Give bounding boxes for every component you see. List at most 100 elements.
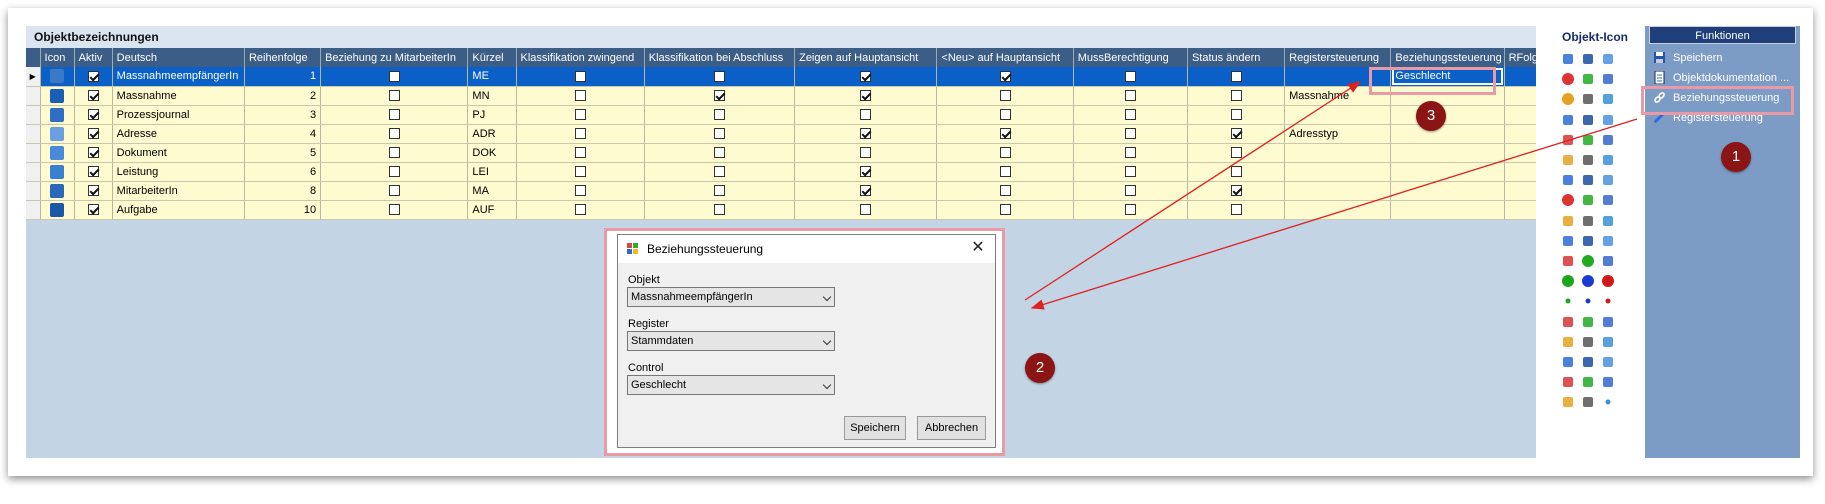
pencil-icon[interactable] [1581,52,1595,66]
checkbox[interactable] [1230,90,1242,102]
cogs-icon[interactable] [1581,113,1595,127]
checkbox-cell[interactable] [936,181,1074,201]
icon-cell[interactable] [40,124,75,144]
abbreviation-cell[interactable]: ADR [467,124,517,144]
checkbox-cell[interactable] [936,86,1074,106]
column-header[interactable]: Registersteuerung [1284,48,1392,67]
checkbox-cell[interactable] [74,143,113,163]
abbreviation-cell[interactable]: AUF [467,200,517,220]
register-control-cell[interactable] [1284,105,1392,125]
globe-icon[interactable] [1561,193,1575,207]
checkbox[interactable] [713,147,725,159]
checkbox[interactable] [999,204,1011,216]
checkbox-cell[interactable] [936,200,1074,220]
checkbox-cell[interactable] [1073,124,1188,144]
pin-icon[interactable] [1561,153,1575,167]
checkbox[interactable] [999,128,1011,140]
checkbox[interactable] [574,185,586,197]
checkbox[interactable] [999,166,1011,178]
checkbox[interactable] [388,90,400,102]
checkbox[interactable] [1230,166,1242,178]
name-cell[interactable]: Adresse [112,124,245,144]
box-icon[interactable] [1601,72,1615,86]
column-header[interactable]: Reihenfolge [244,48,322,67]
checkbox[interactable] [1124,109,1136,121]
name-cell[interactable]: Dokument [112,143,245,163]
pencil-icon[interactable] [1561,133,1575,147]
column-header[interactable]: <Neu> auf Hauptansicht [936,48,1074,67]
checkbox-cell[interactable] [1187,105,1286,125]
checkbox-cell[interactable] [74,86,113,106]
register-select[interactable]: Stammdaten [627,331,835,351]
rfolge-cell[interactable] [1504,86,1536,106]
people-icon[interactable] [1581,335,1595,349]
checkbox-cell[interactable] [320,124,469,144]
magnifier-icon[interactable] [1601,133,1615,147]
control-select[interactable]: Geschlecht [627,375,835,395]
table-row[interactable]: ▶ MassnahmeempfängerIn 1 ME Geschlecht [26,67,1536,87]
order-cell[interactable]: 3 [244,105,322,125]
checkbox-cell[interactable] [320,67,469,87]
column-header[interactable]: Klassifikation bei Abschluss [644,48,796,67]
register-control-cell[interactable] [1284,143,1392,163]
green-dot-icon[interactable] [1561,294,1575,308]
checkbox[interactable] [860,147,872,159]
pencil-icon[interactable] [1581,193,1595,207]
checkbox-cell[interactable] [644,200,796,220]
person-icon[interactable] [1581,234,1595,248]
checkbox[interactable] [713,185,725,197]
checkbox-cell[interactable] [644,86,796,106]
relation-control-cell[interactable] [1390,143,1505,163]
rfolge-cell[interactable] [1504,200,1536,220]
checkbox[interactable] [713,204,725,216]
people-icon[interactable] [1561,214,1575,228]
checkbox[interactable] [860,109,872,121]
checkbox[interactable] [574,128,586,140]
relation-control-cell[interactable] [1390,200,1505,220]
checkbox-cell[interactable] [794,181,938,201]
checkbox-cell[interactable] [936,162,1074,182]
checkbox[interactable] [860,185,872,197]
people-icon[interactable] [1601,214,1615,228]
checkbox[interactable] [87,204,99,216]
gear-icon[interactable] [1561,335,1575,349]
cancel-button[interactable]: Abbrechen [917,416,986,440]
checkbox[interactable] [1124,166,1136,178]
relation-control-cell[interactable] [1390,105,1505,125]
table-row[interactable]: Massnahme 2 MN Massnahme [26,86,1536,106]
checkbox[interactable] [574,204,586,216]
column-header[interactable]: Aktiv [74,48,113,67]
checkbox-cell[interactable] [644,181,796,201]
checkbox-cell[interactable] [936,67,1074,87]
rfolge-cell[interactable] [1504,162,1536,182]
rfolge-cell[interactable] [1504,181,1536,201]
objekt-select[interactable]: MassnahmeempfängerIn [627,287,835,307]
people-icon[interactable] [1601,315,1615,329]
icon-cell[interactable] [40,143,75,163]
checkbox-cell[interactable] [320,86,469,106]
checkbox-cell[interactable] [516,162,645,182]
checkbox[interactable] [574,70,586,82]
register-control-cell[interactable]: Adresstyp [1284,124,1392,144]
people-icon[interactable] [1561,375,1575,389]
object-grid[interactable]: Icon Aktiv Deutsch Reihenfolge Beziehung zu … [26,48,1536,220]
column-header[interactable]: Deutsch [112,48,245,67]
checkbox-cell[interactable] [516,86,645,106]
abbreviation-cell[interactable]: ME [467,67,517,87]
name-cell[interactable]: MitarbeiterIn [112,181,245,201]
clipboard-icon[interactable] [1561,315,1575,329]
rfolge-cell[interactable] [1504,67,1536,87]
column-header[interactable]: Icon [40,48,75,67]
checkbox-cell[interactable] [644,67,796,87]
book-icon[interactable] [1601,355,1615,369]
save-button[interactable]: Speichern [844,416,906,440]
trash-icon[interactable] [1601,52,1615,66]
checkbox-cell[interactable] [74,162,113,182]
rfolge-cell[interactable] [1504,105,1536,125]
order-cell[interactable]: 6 [244,162,322,182]
red-circle-icon[interactable] [1601,274,1615,288]
blue-dot-icon[interactable] [1581,294,1595,308]
tools-icon[interactable] [1581,315,1595,329]
register-control-cell[interactable] [1284,181,1392,201]
checkbox[interactable] [1230,109,1242,121]
